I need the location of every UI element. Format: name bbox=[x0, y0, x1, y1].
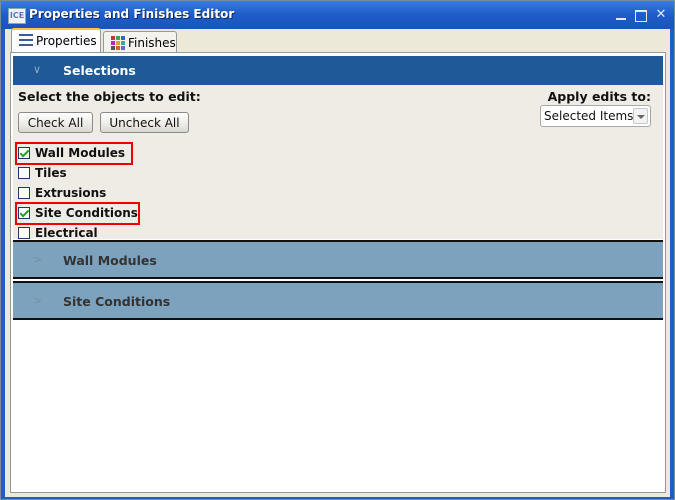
tab-label: Finishes bbox=[128, 36, 176, 50]
close-button[interactable]: ✕ bbox=[653, 7, 669, 23]
tab-properties[interactable]: Properties bbox=[11, 28, 101, 52]
app-icon: ICE bbox=[8, 8, 26, 24]
selections-title: Selections bbox=[63, 63, 136, 78]
apply-edits-label: Apply edits to: bbox=[547, 89, 651, 104]
chevron-right-icon: > bbox=[33, 253, 43, 266]
select-objects-label: Select the objects to edit: bbox=[18, 89, 201, 104]
section-header-wall-modules[interactable]: > Wall Modules bbox=[13, 240, 663, 279]
checkbox-site-conditions[interactable] bbox=[18, 207, 30, 219]
color-grid-icon bbox=[111, 36, 125, 50]
chevron-down-icon: ∨ bbox=[33, 63, 42, 76]
chevron-down-icon[interactable] bbox=[633, 108, 648, 124]
checkbox-label: Wall Modules bbox=[35, 146, 126, 160]
selections-header[interactable]: ∨ Selections bbox=[13, 56, 663, 85]
tab-label: Properties bbox=[36, 34, 97, 48]
checkbox-label: Site Conditions bbox=[35, 206, 138, 220]
selections-body: Select the objects to edit: Apply edits … bbox=[13, 85, 663, 240]
section-title: Wall Modules bbox=[63, 253, 157, 268]
checkbox-label: Extrusions bbox=[35, 186, 107, 200]
checkbox-wall-modules[interactable] bbox=[18, 147, 30, 159]
checkbox-label: Electrical bbox=[35, 226, 98, 240]
maximize-button[interactable] bbox=[633, 7, 649, 23]
properties-finishes-window: ICE Properties and Finishes Editor ✕ Pro… bbox=[0, 0, 675, 500]
checkbox-tiles[interactable] bbox=[18, 167, 30, 179]
chevron-right-icon: > bbox=[33, 294, 43, 307]
checkbox-electrical[interactable] bbox=[18, 227, 30, 239]
check-all-button[interactable]: Check All bbox=[18, 112, 93, 133]
client-area: Properties Finishes ∨ Selections Select … bbox=[5, 28, 670, 497]
maximize-icon bbox=[635, 10, 647, 22]
checkbox-extrusions[interactable] bbox=[18, 187, 30, 199]
properties-panel: ∨ Selections Select the objects to edit:… bbox=[10, 52, 666, 493]
tab-finishes[interactable]: Finishes bbox=[103, 31, 177, 53]
close-icon: ✕ bbox=[655, 7, 667, 22]
minimize-button[interactable] bbox=[613, 7, 629, 23]
apply-edits-dropdown[interactable]: Selected Items bbox=[540, 105, 651, 127]
uncheck-all-button[interactable]: Uncheck All bbox=[100, 112, 189, 133]
title-bar[interactable]: ICE Properties and Finishes Editor ✕ bbox=[1, 1, 674, 29]
section-title: Site Conditions bbox=[63, 294, 171, 309]
section-header-site-conditions[interactable]: > Site Conditions bbox=[13, 281, 663, 320]
window-title: Properties and Finishes Editor bbox=[29, 7, 235, 21]
list-icon bbox=[19, 34, 33, 47]
apply-edits-value: Selected Items bbox=[544, 109, 634, 123]
checkbox-label: Tiles bbox=[35, 166, 67, 180]
minimize-icon bbox=[616, 18, 626, 20]
